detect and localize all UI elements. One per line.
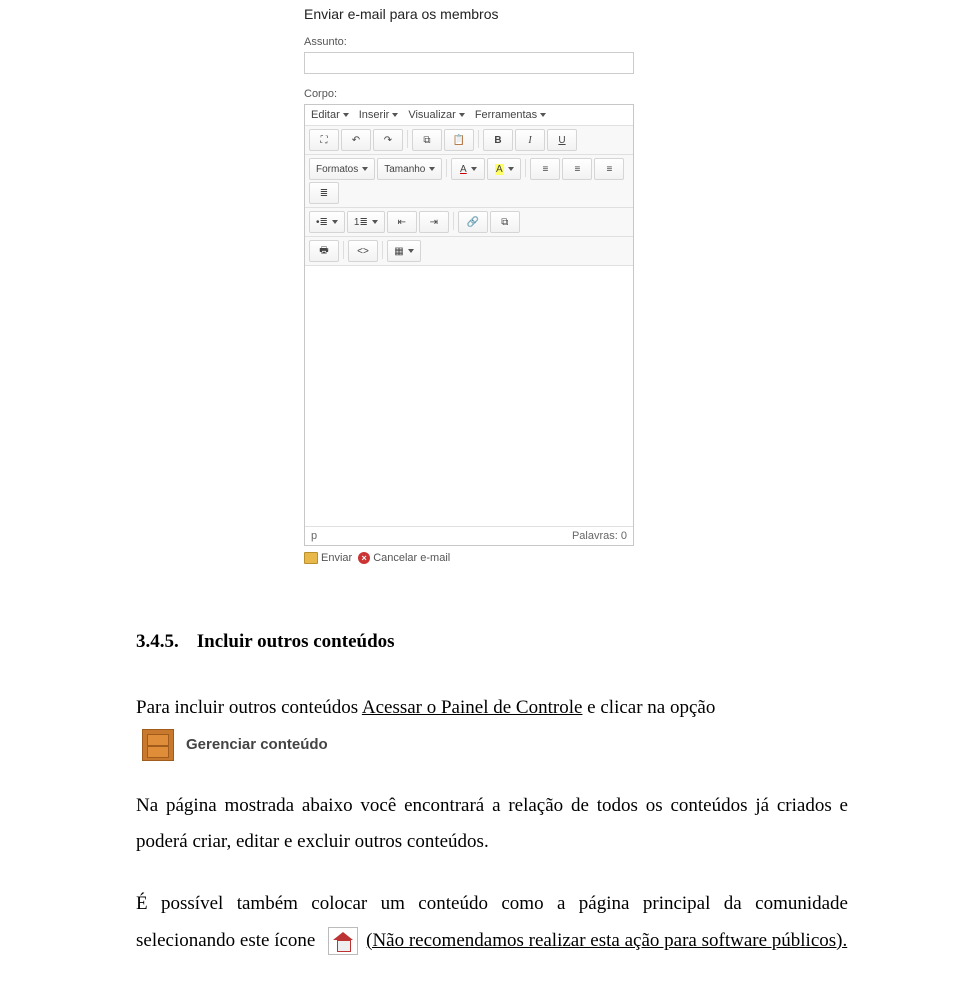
cancel-email-button[interactable]: × Cancelar e-mail (358, 552, 450, 564)
manage-content-icon[interactable] (142, 729, 174, 761)
email-form-screenshot: Enviar e-mail para os membros Assunto: C… (304, 6, 634, 564)
align-justify-button[interactable]: ≣ (309, 182, 339, 204)
align-right-button[interactable]: ≡ (594, 158, 624, 180)
formats-select[interactable]: Formatos (309, 158, 375, 180)
subject-label: Assunto: (304, 36, 634, 48)
heading-text: Incluir outros conteúdos (197, 631, 395, 652)
paste-button[interactable]: 📋 (444, 129, 474, 151)
email-form-actions: Enviar × Cancelar e-mail (304, 552, 634, 564)
section-heading: 3.4.5. Incluir outros conteúdos (136, 624, 848, 660)
chevron-down-icon (408, 249, 414, 253)
editor-toolbar-row-1: ⛶ ↶ ↷ ⧉ 📋 B I U (305, 126, 633, 155)
highlight-button[interactable]: A (487, 158, 521, 180)
undo-button[interactable]: ↶ (341, 129, 371, 151)
menu-view[interactable]: Visualizar (408, 109, 465, 121)
rich-text-editor: Editar Inserir Visualizar Ferramentas ⛶ … (304, 104, 634, 546)
manage-content-label[interactable]: Gerenciar conteúdo (186, 731, 328, 760)
document-body: 3.4.5. Incluir outros conteúdos Para incl… (136, 624, 848, 959)
image-button[interactable]: ⧉ (490, 211, 520, 233)
paragraph-2: Na página mostrada abaixo você encontrar… (136, 788, 848, 860)
bullet-list-button[interactable]: •≣ (309, 211, 345, 233)
chevron-down-icon (459, 113, 465, 117)
chevron-down-icon (343, 113, 349, 117)
editor-toolbar-row-2: Formatos Tamanho A A ≡ ≡ ≡ ≣ (305, 155, 633, 208)
source-button[interactable]: <> (348, 240, 378, 262)
chevron-down-icon (471, 167, 477, 171)
align-left-button[interactable]: ≡ (530, 158, 560, 180)
fontsize-select[interactable]: Tamanho (377, 158, 442, 180)
editor-menubar: Editar Inserir Visualizar Ferramentas (305, 105, 633, 126)
fullscreen-button[interactable]: ⛶ (309, 129, 339, 151)
heading-number: 3.4.5. (136, 631, 179, 652)
editor-content-area[interactable] (305, 266, 633, 526)
menu-tools[interactable]: Ferramentas (475, 109, 546, 121)
link-access-control-panel[interactable]: Acessar o Painel de Controle (362, 697, 583, 718)
editor-wordcount: Palavras: 0 (572, 530, 627, 542)
paragraph-1: Para incluir outros conteúdos Acessar o … (136, 690, 848, 762)
parenthetical-note: (Não recomendamos realizar esta ação par… (366, 930, 847, 951)
chevron-down-icon (429, 167, 435, 171)
link-button[interactable]: 🔗 (458, 211, 488, 233)
body-label: Corpo: (304, 88, 634, 100)
editor-toolbar-row-4: 🖶 <> ▦ (305, 237, 633, 266)
outdent-button[interactable]: ⇤ (387, 211, 417, 233)
underline-button[interactable]: U (547, 129, 577, 151)
italic-button[interactable]: I (515, 129, 545, 151)
copy-button[interactable]: ⧉ (412, 129, 442, 151)
fontcolor-button[interactable]: A (451, 158, 485, 180)
chevron-down-icon (372, 220, 378, 224)
home-icon[interactable] (328, 927, 358, 955)
email-form-title: Enviar e-mail para os membros (304, 6, 634, 22)
editor-path: p (311, 530, 317, 542)
number-list-button[interactable]: 1≣ (347, 211, 385, 233)
indent-button[interactable]: ⇥ (419, 211, 449, 233)
editor-status-bar: p Palavras: 0 (305, 526, 633, 545)
menu-edit[interactable]: Editar (311, 109, 349, 121)
chevron-down-icon (508, 167, 514, 171)
table-button[interactable]: ▦ (387, 240, 421, 262)
chevron-down-icon (362, 167, 368, 171)
chevron-down-icon (392, 113, 398, 117)
print-button[interactable]: 🖶 (309, 240, 339, 262)
chevron-down-icon (540, 113, 546, 117)
subject-input[interactable] (304, 52, 634, 74)
menu-insert[interactable]: Inserir (359, 109, 399, 121)
mail-icon (304, 552, 318, 564)
paragraph-3: É possível também colocar um conteúdo co… (136, 886, 848, 958)
send-email-button[interactable]: Enviar (304, 552, 352, 564)
bold-button[interactable]: B (483, 129, 513, 151)
chevron-down-icon (332, 220, 338, 224)
cancel-icon: × (358, 552, 370, 564)
redo-button[interactable]: ↷ (373, 129, 403, 151)
editor-toolbar-row-3: •≣ 1≣ ⇤ ⇥ 🔗 ⧉ (305, 208, 633, 237)
align-center-button[interactable]: ≡ (562, 158, 592, 180)
